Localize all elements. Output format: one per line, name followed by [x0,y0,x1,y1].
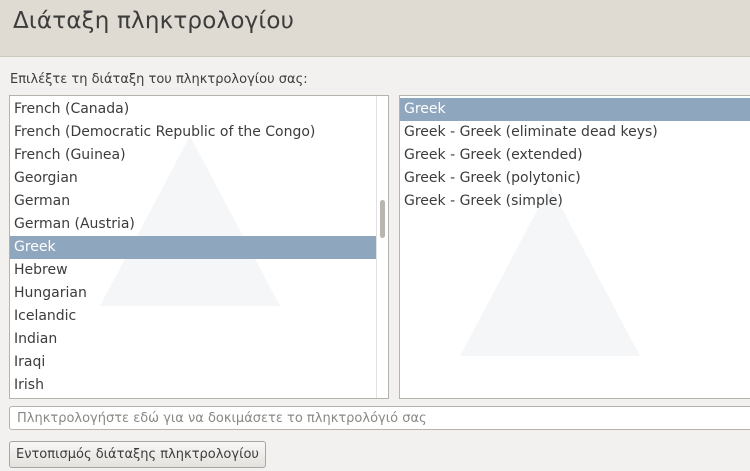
layout-list-item[interactable]: Georgian [10,167,376,190]
layout-list-item[interactable]: French (Canada) [10,98,376,121]
layout-list-item[interactable]: Hungarian [10,282,376,305]
variant-list-item[interactable]: Greek - Greek (extended) [400,144,750,167]
layout-list-item[interactable]: Iraqi [10,351,376,374]
layout-list-item[interactable]: French (Guinea) [10,144,376,167]
layout-list-item[interactable]: Icelandic [10,305,376,328]
layout-list-item[interactable]: French (Democratic Republic of the Congo… [10,121,376,144]
layout-prompt-label: Επιλέξτε τη διάταξη του πληκτρολογίου σα… [10,72,308,87]
layout-list-item[interactable]: Irish [10,374,376,397]
page-header: Διάταξη πληκτρολογίου [0,0,750,57]
layout-list-scrollbar[interactable] [376,96,388,398]
layout-list-item[interactable]: Indian [10,328,376,351]
variant-list-item[interactable]: Greek - Greek (simple) [400,190,750,213]
variant-list-item[interactable]: Greek - Greek (eliminate dead keys) [400,121,750,144]
layout-list-item[interactable]: German [10,190,376,213]
scrollbar-thumb[interactable] [380,200,385,238]
layout-list[interactable]: French (Canada) French (Democratic Republ… [9,95,389,399]
detect-layout-button[interactable]: Εντοπισμός διάταξης πληκτρολογίου [9,441,266,468]
layout-list-item[interactable]: Hebrew [10,259,376,282]
keyboard-test-input[interactable] [9,406,750,430]
layout-list-item[interactable]: Greek [10,236,376,259]
variant-list-item[interactable]: Greek - Greek (polytonic) [400,167,750,190]
variant-list[interactable]: Greek Greek - Greek (eliminate dead keys)… [399,95,750,399]
variant-list-item[interactable]: Greek [400,98,750,121]
page-title: Διάταξη πληκτρολογίου [13,8,295,34]
layout-list-item[interactable]: German (Austria) [10,213,376,236]
